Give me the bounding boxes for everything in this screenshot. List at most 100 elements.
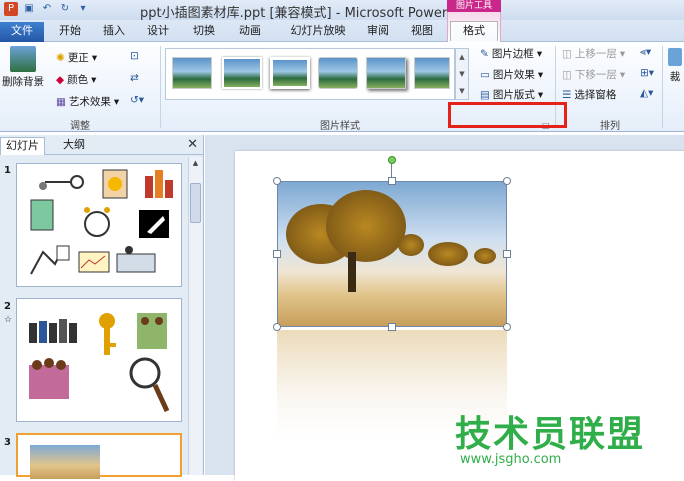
send-backward-dropdown-icon: ▾ <box>619 68 626 81</box>
selected-picture[interactable] <box>277 181 507 327</box>
style-thumb-5[interactable] <box>366 57 406 89</box>
slide-star-icon: ☆ <box>4 315 13 325</box>
ribbon-tabs: 文件 开始 插入 设计 切换 动画 幻灯片放映 审阅 视图 <box>0 20 684 42</box>
resize-handle-sw[interactable] <box>273 323 281 331</box>
redo-icon[interactable]: ↻ <box>58 2 72 16</box>
picture-border-button[interactable]: ✎ 图片边框 ▾ <box>480 46 542 61</box>
tab-home[interactable]: 开始 <box>52 22 88 42</box>
effects-dropdown-icon: ▾ <box>537 68 544 81</box>
style-thumb-3[interactable] <box>270 57 310 89</box>
change-picture-icon: ⇄ <box>130 72 139 84</box>
slide-number-1: 1 <box>4 165 11 176</box>
corrections-icon: ✺ <box>56 51 65 64</box>
selection-pane-label: 选择窗格 <box>574 89 617 101</box>
remove-background-button[interactable]: 删除背景 <box>2 46 44 89</box>
corrections-button[interactable]: ✺ 更正 ▾ <box>56 50 97 65</box>
reset-picture-button[interactable]: ↺▾ <box>130 94 144 106</box>
customize-qat-icon[interactable]: ▾ <box>76 2 90 16</box>
bring-forward-button[interactable]: ◫ 上移一层 ▾ <box>562 46 625 61</box>
send-backward-button[interactable]: ◫ 下移一层 ▾ <box>562 67 625 82</box>
corrections-label: 更正 <box>67 52 89 64</box>
magnifier-clipart <box>129 357 170 413</box>
calculator-clipart <box>30 199 54 231</box>
reset-picture-icon: ↺▾ <box>130 94 145 106</box>
clipart-set-2 <box>29 313 170 413</box>
panel-tabs: 幻灯片 大纲 ✕ <box>0 135 204 155</box>
quick-access-toolbar: P ▣ ↶ ↻ ▾ <box>4 2 90 16</box>
style-thumb-2[interactable] <box>222 57 262 89</box>
artistic-effects-button[interactable]: ▦ 艺术效果 ▾ <box>56 94 119 109</box>
resize-handle-s[interactable] <box>388 323 396 331</box>
people-clipart <box>29 319 77 343</box>
panel-scrollbar[interactable]: ▲ <box>188 157 202 475</box>
scroll-up-icon[interactable]: ▲ <box>189 157 202 169</box>
style-thumb-4[interactable] <box>318 57 358 89</box>
crop-button[interactable]: 裁 <box>668 48 682 84</box>
artistic-effects-icon: ▦ <box>56 95 66 108</box>
picture-border-icon: ✎ <box>480 47 489 60</box>
resize-handle-n[interactable] <box>388 177 396 185</box>
watermark-text: 技术员联盟 <box>455 414 646 455</box>
border-dropdown-icon: ▾ <box>536 47 543 60</box>
title-bar: P ▣ ↶ ↻ ▾ ppt小插图素材库.ppt [兼容模式] - Microso… <box>0 0 684 21</box>
compress-icon: ⊡ <box>130 50 139 62</box>
gallery-down-icon[interactable]: ▼ <box>456 66 468 83</box>
compress-pictures-button[interactable]: ⊡ <box>130 50 139 62</box>
gallery-more-icon[interactable]: ▼ <box>456 83 468 100</box>
slide-thumbnail-2[interactable] <box>16 298 182 422</box>
rotate-button[interactable]: ◭▾ <box>640 87 653 99</box>
picture-layout-button[interactable]: ▤ 图片版式 ▾ <box>480 87 543 102</box>
tab-file[interactable]: 文件 <box>0 22 44 42</box>
align-icon: ⫷▾ <box>640 46 652 58</box>
chart-clipart <box>78 251 110 273</box>
ribbon: 删除背景 ✺ 更正 ▾ ◆ 颜色 ▾ ▦ 艺术效果 ▾ ⊡ ⇄ ↺▾ 调整 ▲ ▼ ▼ 图… <box>0 42 684 132</box>
team-clipart <box>137 313 167 349</box>
resize-handle-w[interactable] <box>273 250 281 258</box>
change-picture-button[interactable]: ⇄ <box>130 72 139 84</box>
group-button[interactable]: ⊞▾ <box>640 67 654 79</box>
resize-handle-ne[interactable] <box>503 177 511 185</box>
send-backward-icon: ◫ <box>562 68 572 81</box>
resize-handle-e[interactable] <box>503 250 511 258</box>
save-icon[interactable]: ▣ <box>22 2 36 16</box>
tab-insert[interactable]: 插入 <box>96 22 132 42</box>
rotate-icon: ◭▾ <box>640 87 654 99</box>
align-button[interactable]: ⫷▾ <box>640 46 651 59</box>
tab-transitions[interactable]: 切换 <box>186 22 222 42</box>
picture-styles-gallery[interactable] <box>165 48 455 100</box>
scrollbar-thumb[interactable] <box>190 183 201 223</box>
slide3-photo-thumb <box>30 445 100 479</box>
picture-layout-icon: ▤ <box>480 88 490 101</box>
close-panel-icon[interactable]: ✕ <box>187 137 198 152</box>
picture-tools-header: 图片工具 <box>447 0 501 12</box>
tab-outline[interactable]: 大纲 <box>58 137 90 155</box>
selection-pane-button[interactable]: ☰ 选择窗格 <box>562 87 616 102</box>
gallery-scroll[interactable]: ▲ ▼ ▼ <box>455 48 469 100</box>
style-thumb-1[interactable] <box>172 57 212 89</box>
remove-background-icon <box>10 46 36 72</box>
tab-design[interactable]: 设计 <box>140 22 176 42</box>
slide-thumbnail-3-selected[interactable] <box>16 433 182 479</box>
crop-icon <box>668 48 682 66</box>
rotation-handle[interactable] <box>388 156 396 164</box>
tab-animations[interactable]: 动画 <box>232 22 268 42</box>
arrange-group-label: 排列 <box>600 121 620 132</box>
undo-icon[interactable]: ↶ <box>40 2 54 16</box>
tab-slideshow[interactable]: 幻灯片放映 <box>280 22 356 42</box>
gallery-up-icon[interactable]: ▲ <box>456 49 468 66</box>
style-thumb-6[interactable] <box>414 57 450 89</box>
resize-handle-nw[interactable] <box>273 177 281 185</box>
picture-effects-icon: ▭ <box>480 68 490 81</box>
city-clipart <box>145 170 173 198</box>
tab-view[interactable]: 视图 <box>404 22 440 42</box>
slide-number-3: 3 <box>4 437 11 448</box>
slide-thumbnail-1[interactable] <box>16 163 182 287</box>
picture-effects-button[interactable]: ▭ 图片效果 ▾ <box>480 67 543 82</box>
resize-handle-se[interactable] <box>503 323 511 331</box>
tab-format[interactable]: 格式 <box>450 21 498 41</box>
tab-review[interactable]: 审阅 <box>360 22 396 42</box>
color-button[interactable]: ◆ 颜色 ▾ <box>56 72 96 87</box>
tab-slides[interactable]: 幻灯片 <box>0 137 45 155</box>
remove-background-label: 删除背景 <box>2 76 44 88</box>
adjust-group-label: 调整 <box>70 121 90 132</box>
